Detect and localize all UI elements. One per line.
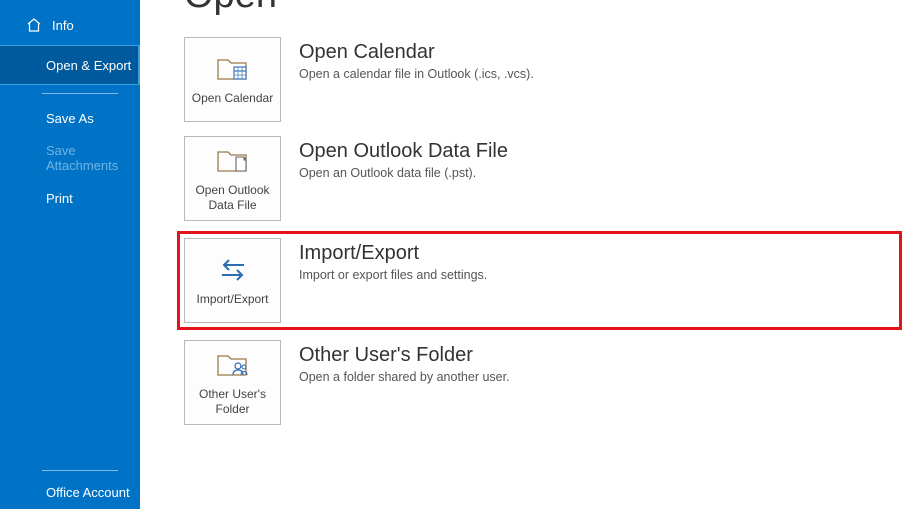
option-text: Other User's Folder Open a folder shared… (299, 340, 510, 384)
tile-import-export[interactable]: Import/Export (184, 238, 281, 323)
option-open-data-file: Open Outlook Data File Open Outlook Data… (184, 136, 902, 221)
page-title: Open (184, 0, 902, 17)
sidebar-item-office-account[interactable]: Office Account (0, 475, 140, 509)
sidebar-divider (42, 470, 118, 471)
sidebar-item-label: Info (52, 18, 74, 33)
option-other-users-folder: Other User's Folder Other User's Folder … (184, 340, 902, 425)
option-text: Import/Export Import or export files and… (299, 238, 487, 282)
calendar-folder-icon (216, 53, 250, 85)
tile-label: Open Outlook Data File (185, 183, 280, 212)
main-content: Open Open Calendar Open Calendar Open a … (140, 0, 902, 509)
option-desc: Import or export files and settings. (299, 268, 487, 282)
tile-label: Import/Export (192, 292, 272, 306)
sidebar-item-save-as[interactable]: Save As (0, 98, 140, 138)
option-text: Open Outlook Data File Open an Outlook d… (299, 136, 508, 180)
datafile-folder-icon (216, 145, 250, 177)
option-title: Import/Export (299, 242, 487, 265)
option-desc: Open a folder shared by another user. (299, 370, 510, 384)
sidebar-item-label: Print (46, 191, 73, 206)
sidebar-bottom: Office Account (0, 466, 140, 509)
sidebar-item-info[interactable]: Info (0, 5, 140, 45)
sidebar: Info Open & Export Save As Save Attachme… (0, 0, 140, 509)
option-text: Open Calendar Open a calendar file in Ou… (299, 37, 534, 81)
tile-label: Open Calendar (188, 91, 277, 105)
option-title: Open Outlook Data File (299, 140, 508, 163)
option-title: Open Calendar (299, 41, 534, 64)
sidebar-item-label: Save As (46, 111, 94, 126)
sidebar-item-label: Save Attachments (46, 143, 140, 173)
option-title: Other User's Folder (299, 344, 510, 367)
tile-open-data-file[interactable]: Open Outlook Data File (184, 136, 281, 221)
sidebar-item-print[interactable]: Print (0, 178, 140, 218)
sidebar-item-label: Open & Export (46, 58, 131, 73)
sidebar-item-save-attachments: Save Attachments (0, 138, 140, 178)
tile-other-users-folder[interactable]: Other User's Folder (184, 340, 281, 425)
option-open-calendar: Open Calendar Open Calendar Open a calen… (184, 37, 902, 122)
sidebar-item-open-export[interactable]: Open & Export (0, 45, 140, 85)
sidebar-divider (42, 93, 118, 94)
home-icon (26, 17, 42, 33)
option-import-export: Import/Export Import/Export Import or ex… (177, 231, 902, 330)
option-desc: Open a calendar file in Outlook (.ics, .… (299, 67, 534, 81)
user-folder-icon (216, 349, 250, 381)
import-export-icon (216, 254, 250, 286)
sidebar-item-label: Office Account (46, 485, 130, 500)
tile-label: Other User's Folder (185, 387, 280, 416)
tile-open-calendar[interactable]: Open Calendar (184, 37, 281, 122)
option-desc: Open an Outlook data file (.pst). (299, 166, 508, 180)
